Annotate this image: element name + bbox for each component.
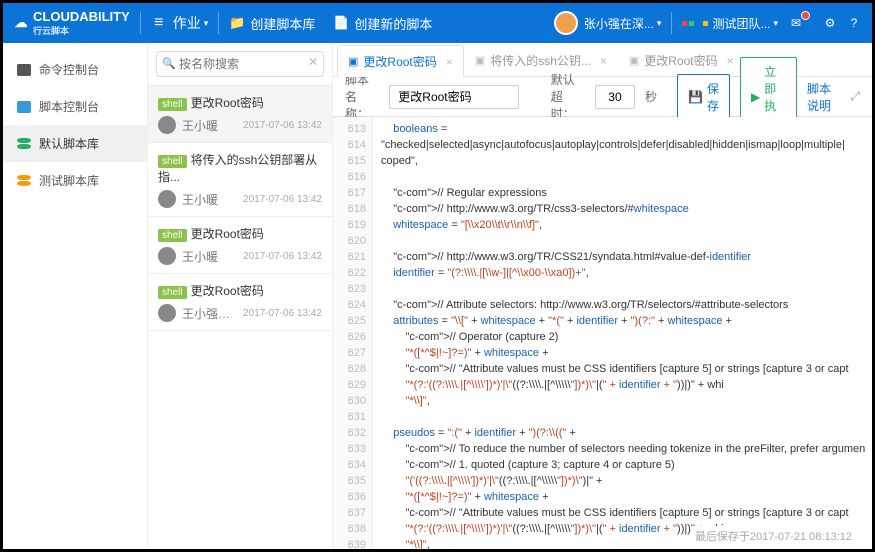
clear-icon[interactable]: ✕ [308, 55, 318, 69]
script-date: 2017-07-06 13:42 [243, 251, 322, 262]
nav-test-lib[interactable]: 测试脚本库 [3, 162, 147, 199]
script-item[interactable]: shell 更改Root密码 王小暖 2017-07-06 13:42 [148, 217, 332, 274]
lang-tag: shell [158, 98, 187, 111]
left-sidebar: 命令控制台 脚本控制台 默认脚本库 测试脚本库 [3, 43, 148, 549]
line-gutter: 613 614 615 616 617 618 619 620 621 622 … [333, 117, 373, 549]
cloud-icon: ☁ [13, 15, 29, 31]
lang-tag: shell [158, 286, 187, 299]
script-title: 更改Root密码 [191, 96, 264, 110]
author-name: 王小强在... [182, 305, 237, 322]
script-name-input[interactable] [389, 85, 519, 109]
team-name[interactable]: 测试团队... [712, 15, 770, 32]
tab-label: 将传入的ssh公钥... [490, 52, 591, 69]
script-item[interactable]: shell 更改Root密码 王小强在... 2017-07-06 13:42 [148, 274, 332, 331]
author-avatar [158, 247, 176, 265]
save-button[interactable]: 💾 保存 [677, 74, 730, 120]
chevron-down-icon[interactable]: ▾ [204, 18, 209, 29]
database-icon [17, 175, 31, 187]
brand-sub: 行云脚本 [33, 24, 130, 37]
script-plus-icon: 📄 [333, 15, 349, 31]
code-area[interactable]: booleans ="checked|selected|async|autofo… [373, 117, 872, 549]
search-icon: 🔍 [162, 57, 176, 70]
team-icon [682, 21, 708, 26]
author-avatar [158, 304, 176, 322]
menu-jobs[interactable]: 作业 [173, 13, 201, 33]
play-icon: ▶ [751, 90, 760, 104]
editor-tab[interactable]: ▣ 更改Root密码 × [618, 44, 745, 76]
mail-button[interactable]: ✉ [788, 15, 804, 31]
chevron-down-icon[interactable]: ▾ [773, 18, 778, 29]
script-item[interactable]: shell将传入的ssh公钥部署从指... 王小暖2017-07-06 13:4… [148, 143, 332, 217]
search-box: 🔍 ✕ [148, 43, 332, 86]
folder-plus-icon: 📁 [229, 15, 245, 31]
script-date: 2017-07-06 13:42 [243, 308, 322, 319]
search-input[interactable] [156, 51, 324, 77]
terminal-icon [17, 64, 31, 76]
editor-panel: ▣ 更改Root密码 × ▣ 将传入的ssh公钥... × ▣ 更改Root密码 × 脚本名称：… [333, 43, 872, 549]
script-list-panel: 🔍 ✕ shell更改Root密码 王小暖2017-07-06 13:42she… [148, 43, 333, 549]
nav-default-lib[interactable]: 默认脚本库 [3, 125, 147, 162]
editor-toolbar: 脚本名称： 默认超时： 秒 💾 保存 ▶ 立即执行 脚本说明 ⤢ [333, 77, 872, 117]
script-date: 2017-07-06 13:42 [243, 194, 322, 205]
author-name: 王小暖 [182, 117, 237, 134]
tab-label: 更改Root密码 [363, 53, 436, 70]
gear-icon[interactable]: ⚙ [822, 15, 838, 31]
timeout-input[interactable] [595, 85, 635, 109]
timeout-unit: 秒 [645, 88, 657, 105]
close-icon[interactable]: × [446, 55, 453, 69]
terminal-icon [17, 101, 31, 113]
expand-icon[interactable]: ⤢ [850, 89, 860, 104]
author-avatar [158, 190, 176, 208]
code-editor[interactable]: 613 614 615 616 617 618 619 620 621 622 … [333, 117, 872, 549]
nav-script-console[interactable]: 脚本控制台 [3, 88, 147, 125]
user-avatar[interactable] [554, 11, 578, 35]
file-icon: ▣ [629, 54, 639, 67]
help-icon[interactable]: ? [846, 15, 862, 31]
script-title: 更改Root密码 [191, 284, 264, 298]
name-label: 脚本名称： [345, 71, 379, 122]
timeout-label: 默认超时： [551, 71, 585, 122]
brand-name: CLOUDABILITY [33, 9, 130, 24]
author-avatar [158, 116, 176, 134]
status-bar: 最后保存于2017-07-21 08:13:12 [691, 526, 856, 546]
script-description-link[interactable]: 脚本说明 [807, 80, 834, 114]
nav-command-console[interactable]: 命令控制台 [3, 51, 147, 88]
editor-tab[interactable]: ▣ 将传入的ssh公钥... × [464, 44, 618, 76]
author-name: 王小暖 [182, 191, 237, 208]
top-bar: ☁ CLOUDABILITY 行云脚本 ≡ 作业 ▾ 📁 创建脚本库 📄 创建新… [3, 3, 872, 43]
script-date: 2017-07-06 13:42 [243, 120, 322, 131]
create-script-link[interactable]: 📄 创建新的脚本 [333, 14, 432, 33]
file-icon: ▣ [348, 55, 358, 68]
lang-tag: shell [158, 229, 187, 242]
script-title: 更改Root密码 [191, 227, 264, 241]
lang-tag: shell [158, 155, 187, 168]
script-item[interactable]: shell 更改Root密码 王小暖 2017-07-06 13:42 [148, 86, 332, 143]
author-name: 王小暖 [182, 248, 237, 265]
chevron-down-icon[interactable]: ▾ [657, 18, 662, 29]
hamburger-icon[interactable]: ≡ [151, 15, 167, 31]
brand-logo: ☁ CLOUDABILITY 行云脚本 [13, 9, 130, 37]
close-icon[interactable]: × [600, 54, 607, 68]
database-icon [17, 138, 31, 150]
editor-tab[interactable]: ▣ 更改Root密码 × [337, 45, 464, 77]
tab-label: 更改Root密码 [644, 52, 717, 69]
file-icon: ▣ [475, 54, 485, 67]
save-icon: 💾 [688, 90, 703, 104]
create-script-lib-link[interactable]: 📁 创建脚本库 [229, 14, 315, 33]
user-name[interactable]: 张小强在深... [584, 15, 654, 32]
close-icon[interactable]: × [727, 54, 734, 68]
notification-badge [801, 11, 810, 20]
